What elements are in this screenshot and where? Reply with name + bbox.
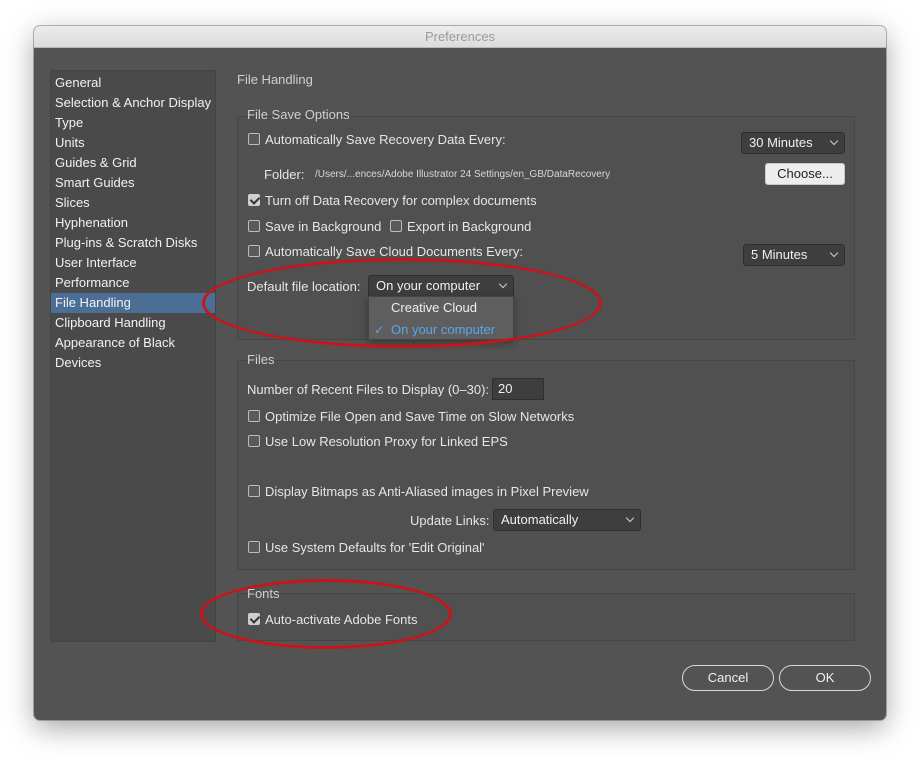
sidebar-item-general[interactable]: General bbox=[51, 73, 215, 93]
chevron-down-icon bbox=[829, 136, 839, 146]
auto-save-interval-select[interactable]: 30 Minutes bbox=[741, 132, 845, 154]
update-links-label: Update Links: bbox=[410, 513, 490, 528]
chevron-down-icon bbox=[829, 248, 839, 258]
menu-item-label: Creative Cloud bbox=[391, 300, 477, 315]
cloud-save-label: Automatically Save Cloud Documents Every… bbox=[265, 244, 523, 259]
cloud-interval-select[interactable]: 5 Minutes bbox=[743, 244, 845, 266]
sidebar-item-clipboard-handling[interactable]: Clipboard Handling bbox=[51, 313, 215, 333]
auto-save-checkbox[interactable] bbox=[248, 133, 260, 145]
system-defaults-checkbox[interactable] bbox=[248, 541, 260, 553]
fonts-title: Fonts bbox=[247, 586, 280, 601]
folder-label: Folder: bbox=[264, 167, 305, 182]
sidebar-item-plugins-scratch-disks[interactable]: Plug-ins & Scratch Disks bbox=[51, 233, 215, 253]
window-title: Preferences bbox=[34, 26, 886, 48]
sidebar-item-units[interactable]: Units bbox=[51, 133, 215, 153]
menu-item-on-your-computer[interactable]: ✓ On your computer bbox=[369, 319, 513, 341]
cloud-interval-value: 5 Minutes bbox=[751, 247, 808, 262]
sidebar-item-type[interactable]: Type bbox=[51, 113, 215, 133]
panel-title: File Handling bbox=[237, 72, 313, 87]
sidebar-item-appearance-of-black[interactable]: Appearance of Black bbox=[51, 333, 215, 353]
sidebar-item-slices[interactable]: Slices bbox=[51, 193, 215, 213]
sidebar-item-devices[interactable]: Devices bbox=[51, 353, 215, 373]
sidebar-item-guides-grid[interactable]: Guides & Grid bbox=[51, 153, 215, 173]
sidebar-item-selection-anchor-display[interactable]: Selection & Anchor Display bbox=[51, 93, 215, 113]
recent-files-label: Number of Recent Files to Display (0–30)… bbox=[247, 382, 490, 397]
low-res-proxy-checkbox[interactable] bbox=[248, 435, 260, 447]
update-links-select[interactable]: Automatically bbox=[493, 509, 641, 531]
optimize-checkbox[interactable] bbox=[248, 410, 260, 422]
chevron-down-icon bbox=[498, 279, 508, 289]
sidebar-item-hyphenation[interactable]: Hyphenation bbox=[51, 213, 215, 233]
auto-save-label: Automatically Save Recovery Data Every: bbox=[265, 132, 506, 147]
sidebar: General Selection & Anchor Display Type … bbox=[50, 70, 216, 642]
update-links-value: Automatically bbox=[501, 512, 579, 527]
turn-off-recovery-checkbox[interactable] bbox=[248, 194, 260, 206]
preferences-window: Preferences General Selection & Anchor D… bbox=[34, 26, 886, 720]
menu-item-label: On your computer bbox=[391, 322, 496, 337]
export-background-checkbox[interactable] bbox=[390, 220, 402, 232]
auto-activate-fonts-label: Auto-activate Adobe Fonts bbox=[265, 612, 418, 627]
display-bitmaps-label: Display Bitmaps as Anti-Aliased images i… bbox=[265, 484, 589, 499]
sidebar-item-smart-guides[interactable]: Smart Guides bbox=[51, 173, 215, 193]
sidebar-item-performance[interactable]: Performance bbox=[51, 273, 215, 293]
display-bitmaps-checkbox[interactable] bbox=[248, 485, 260, 497]
default-location-menu: Creative Cloud ✓ On your computer bbox=[368, 296, 514, 340]
export-background-label: Export in Background bbox=[407, 219, 532, 234]
file-save-options-title: File Save Options bbox=[247, 107, 350, 122]
default-location-value: On your computer bbox=[376, 278, 481, 293]
files-title: Files bbox=[247, 352, 275, 367]
sidebar-item-user-interface[interactable]: User Interface bbox=[51, 253, 215, 273]
optimize-label: Optimize File Open and Save Time on Slow… bbox=[265, 409, 575, 424]
choose-button[interactable]: Choose... bbox=[765, 163, 845, 185]
chevron-down-icon bbox=[625, 513, 635, 523]
save-background-checkbox[interactable] bbox=[248, 220, 260, 232]
save-background-label: Save in Background bbox=[265, 219, 382, 234]
default-location-select[interactable]: On your computer bbox=[368, 275, 514, 297]
low-res-proxy-label: Use Low Resolution Proxy for Linked EPS bbox=[265, 434, 508, 449]
recent-files-input[interactable]: 20 bbox=[492, 378, 544, 400]
sidebar-item-file-handling[interactable]: File Handling bbox=[51, 293, 215, 313]
default-location-label: Default file location: bbox=[247, 279, 361, 294]
menu-item-creative-cloud[interactable]: Creative Cloud bbox=[369, 297, 513, 319]
system-defaults-label: Use System Defaults for 'Edit Original' bbox=[265, 540, 485, 555]
checkmark-icon: ✓ bbox=[374, 323, 385, 337]
folder-path: /Users/...ences/Adobe Illustrator 24 Set… bbox=[315, 169, 611, 180]
cloud-save-checkbox[interactable] bbox=[248, 245, 260, 257]
auto-save-interval-value: 30 Minutes bbox=[749, 135, 813, 150]
ok-button[interactable]: OK bbox=[779, 665, 871, 691]
turn-off-recovery-label: Turn off Data Recovery for complex docum… bbox=[265, 193, 537, 208]
auto-activate-fonts-checkbox[interactable] bbox=[248, 613, 260, 625]
cancel-button[interactable]: Cancel bbox=[682, 665, 774, 691]
